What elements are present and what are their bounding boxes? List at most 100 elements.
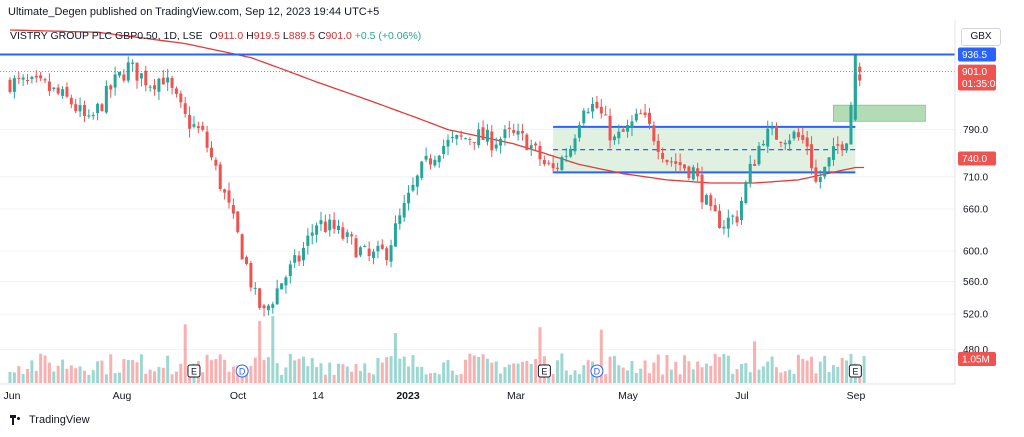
candle-body — [770, 127, 774, 129]
candle-body — [490, 131, 494, 151]
symbol-legend: VISTRY GROUP PLC GBP0.50, 1D, LSE O911.0… — [10, 30, 421, 42]
candle-body — [731, 215, 735, 217]
volume-bar — [21, 374, 25, 383]
price-tag: 936.5 — [958, 47, 996, 62]
candle-body — [801, 135, 805, 140]
volume-bar — [472, 355, 476, 383]
volume-bar — [271, 316, 275, 383]
candle-body — [65, 87, 69, 97]
candle-body — [849, 105, 853, 145]
volume-bar — [8, 372, 12, 383]
candle-body — [231, 205, 235, 214]
volume-bar — [118, 372, 121, 383]
volume-bar — [634, 372, 638, 383]
candle-body — [306, 235, 310, 246]
candle-body — [766, 128, 770, 147]
volume-bar — [726, 355, 730, 383]
candle-body — [656, 140, 660, 152]
candle-body — [464, 138, 468, 140]
candle-body — [161, 77, 165, 85]
volume-bar — [161, 367, 165, 383]
candle-body — [634, 113, 638, 121]
candle-body — [507, 127, 511, 129]
volume-bar — [157, 366, 161, 383]
volume-bar — [227, 371, 231, 383]
candle-body — [113, 74, 117, 88]
candle-body — [415, 175, 419, 187]
candle-body — [687, 166, 691, 179]
candle-body — [726, 217, 730, 229]
price-tag-text: 936.5 — [962, 50, 987, 61]
candle-body — [350, 234, 354, 237]
volume-bar — [669, 369, 673, 383]
currency-button[interactable]: GBX — [961, 28, 1001, 46]
x-tick-label: May — [618, 390, 639, 402]
volume-bar — [678, 374, 682, 383]
volume-bar — [358, 370, 362, 383]
volume-bar — [674, 361, 678, 383]
candle-body — [209, 147, 213, 158]
volume-bar — [96, 361, 100, 383]
candle-body — [643, 112, 647, 116]
event-label: D — [239, 367, 246, 377]
x-tick-label: Sep — [847, 390, 866, 402]
volume-bar — [779, 372, 783, 383]
volume-bar — [433, 372, 437, 383]
candle-body — [608, 115, 612, 141]
volume-bar — [718, 356, 722, 383]
x-tick-label: Aug — [113, 390, 132, 402]
candle-body — [512, 130, 516, 133]
candle-body — [661, 152, 665, 159]
candle-body — [337, 225, 340, 231]
volume-tag: 1.05M — [958, 352, 996, 366]
candle-body — [481, 127, 485, 141]
candle-body — [577, 124, 581, 138]
volume-bar — [827, 372, 831, 383]
volume-bar — [218, 354, 222, 383]
volume-bar — [26, 368, 30, 383]
candle-body — [323, 221, 327, 232]
candle-body — [328, 219, 332, 231]
price-chart[interactable]: EDEDE 790.0710.0660.0600.0560.0520.0480.… — [0, 0, 1024, 437]
candle-body — [8, 79, 12, 93]
volume-bar — [608, 356, 612, 383]
volume-bar — [823, 355, 827, 383]
volume-bar — [862, 356, 866, 383]
candle-body — [595, 101, 599, 108]
candle-body — [236, 211, 240, 233]
volume-bar — [201, 372, 205, 383]
high-label: H — [246, 30, 254, 42]
candle-body — [153, 85, 157, 90]
dividend-marker: D — [590, 364, 604, 378]
candle-body — [21, 77, 25, 80]
volume-bar — [39, 353, 43, 383]
volume-bar — [12, 372, 16, 383]
candle-body — [407, 192, 411, 204]
low-value: 889.5 — [288, 30, 316, 42]
volume-bar — [831, 365, 835, 383]
volume-bar — [564, 370, 568, 383]
earnings-marker: E — [187, 364, 201, 378]
volume-tag-text: 1.05M — [962, 355, 990, 366]
earnings-marker: E — [848, 364, 862, 378]
candle-body — [253, 287, 257, 289]
volume-bar — [345, 366, 349, 383]
candle-body — [678, 162, 682, 166]
volume-bar — [104, 374, 108, 383]
volume-bar — [209, 360, 213, 383]
volume-bar — [297, 358, 301, 383]
volume-bar — [389, 356, 393, 383]
volume-bar — [17, 366, 21, 383]
candle-body — [385, 248, 389, 261]
y-tick-label: 520.0 — [963, 310, 988, 321]
volume-bar — [459, 374, 463, 383]
candle-body — [74, 104, 78, 112]
volume-bar — [582, 365, 586, 383]
candle-body — [91, 115, 95, 117]
candle-body — [131, 62, 135, 64]
volume-bar — [468, 353, 472, 383]
volume-bar — [131, 360, 135, 383]
candle-body — [393, 223, 397, 247]
volume-bar — [534, 359, 538, 383]
close-label: C — [317, 30, 326, 42]
